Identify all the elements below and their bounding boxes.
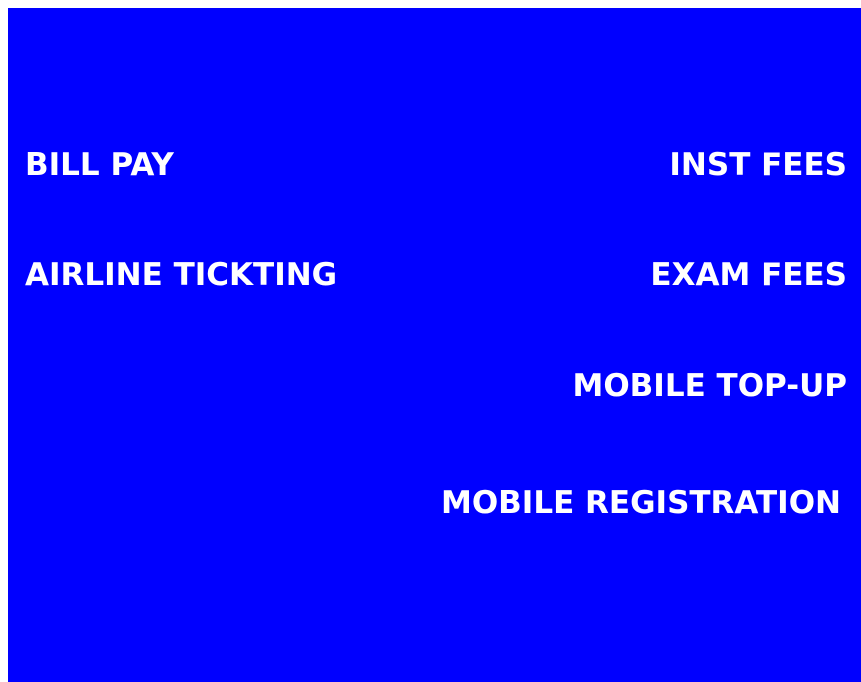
bill-pay-option[interactable]: BILL PAY (25, 147, 174, 183)
mobile-registration-option[interactable]: MOBILE REGISTRATION (441, 485, 841, 521)
inst-fees-option[interactable]: INST FEES (669, 147, 847, 183)
airline-ticketing-option[interactable]: AIRLINE TICKTING (25, 257, 337, 293)
exam-fees-option[interactable]: EXAM FEES (650, 257, 847, 293)
atm-menu-screen: BILL PAY AIRLINE TICKTING INST FEES EXAM… (8, 8, 861, 682)
mobile-top-up-option[interactable]: MOBILE TOP-UP (572, 368, 847, 404)
